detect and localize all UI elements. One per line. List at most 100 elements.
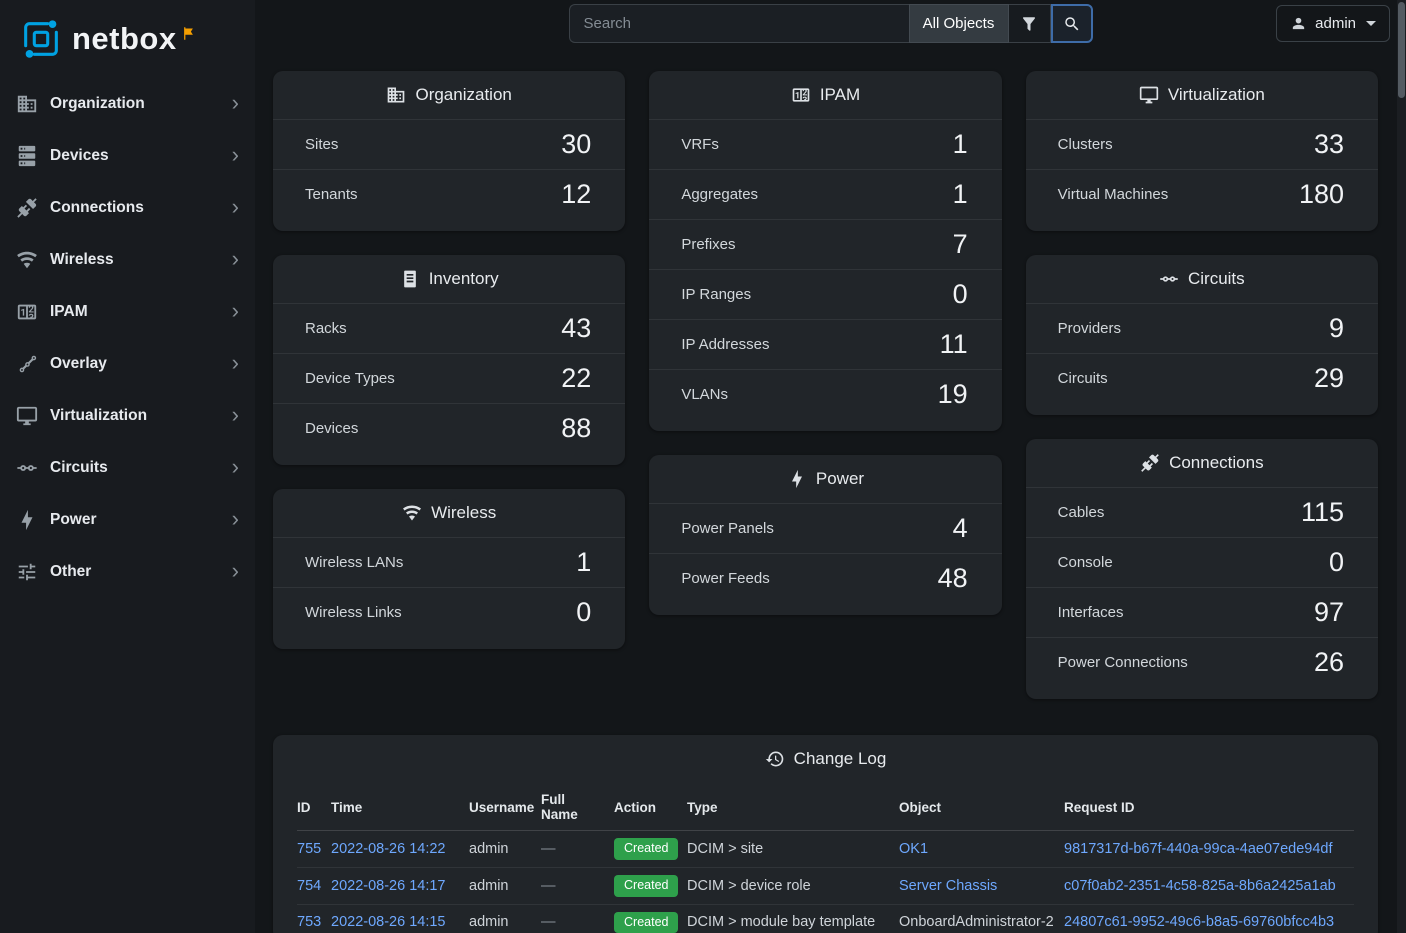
search-input[interactable] — [569, 4, 909, 43]
column-header-username[interactable]: Username — [469, 783, 541, 831]
stat-row-racks[interactable]: Racks 43 — [273, 303, 625, 353]
changelog-card: Change Log ID Time Username Full Name Ac… — [273, 735, 1378, 933]
card-title: Virtualization — [1168, 85, 1265, 105]
stat-row-ip-ranges[interactable]: IP Ranges 0 — [649, 269, 1001, 319]
card-title: Circuits — [1188, 269, 1245, 289]
scrollbar-thumb[interactable] — [1398, 2, 1405, 98]
column-header-request-id[interactable]: Request ID — [1064, 783, 1354, 831]
stat-row-vlans[interactable]: VLANs 19 — [649, 369, 1001, 419]
card-power: Power Power Panels 4 Power Feeds 48 — [649, 455, 1001, 615]
scrollbar[interactable] — [1397, 0, 1406, 933]
chevron-right-icon: › — [232, 404, 239, 429]
stat-row-wireless-links[interactable]: Wireless Links 0 — [273, 587, 625, 637]
username: admin — [1315, 15, 1356, 32]
user-menu-button[interactable]: admin — [1276, 5, 1390, 42]
topbar: All Objects admin — [255, 0, 1406, 47]
circuit-nodes-icon — [1159, 269, 1179, 289]
lightning-icon — [16, 509, 38, 531]
column-header-type[interactable]: Type — [687, 783, 899, 831]
stat-label: Tenants — [305, 186, 358, 203]
stat-row-clusters[interactable]: Clusters 33 — [1026, 119, 1378, 169]
stat-label: Providers — [1058, 320, 1121, 337]
change-type: DCIM > device role — [687, 878, 811, 894]
chevron-right-icon: › — [232, 352, 239, 377]
stat-row-ip-addresses[interactable]: IP Addresses 11 — [649, 319, 1001, 369]
sidebar-item-overlay[interactable]: Overlay › — [0, 338, 255, 390]
stat-value: 19 — [938, 380, 968, 410]
filter-button[interactable] — [1009, 4, 1051, 43]
column-header-full-name[interactable]: Full Name — [541, 783, 614, 831]
logo-text: netbox — [72, 16, 177, 62]
sidebar: netbox Organization › Devices › Connecti… — [0, 0, 255, 933]
stat-value: 22 — [561, 364, 591, 394]
column-header-id[interactable]: ID — [297, 783, 331, 831]
change-object-link[interactable]: OK1 — [899, 841, 928, 857]
sidebar-item-virtualization[interactable]: Virtualization › — [0, 390, 255, 442]
changelog-table: ID Time Username Full Name Action Type O… — [297, 783, 1354, 933]
sidebar-item-organization[interactable]: Organization › — [0, 78, 255, 130]
sidebar-item-connections[interactable]: Connections › — [0, 182, 255, 234]
card-wireless: Wireless Wireless LANs 1 Wireless Links … — [273, 489, 625, 649]
server-icon — [16, 145, 38, 167]
column-header-action[interactable]: Action — [614, 783, 687, 831]
change-id-link[interactable]: 755 — [297, 841, 321, 857]
request-id-link[interactable]: c07f0ab2-2351-4c58-825a-8b6a2425a1ab — [1064, 878, 1336, 894]
building-icon — [386, 85, 406, 105]
stat-row-power-connections[interactable]: Power Connections 26 — [1026, 637, 1378, 687]
stat-label: Power Panels — [681, 520, 774, 537]
request-id-link[interactable]: 24807c61-9952-49c6-b8a5-69760bfcc4b3 — [1064, 914, 1334, 930]
stat-row-device-types[interactable]: Device Types 22 — [273, 353, 625, 403]
stat-label: IP Addresses — [681, 336, 769, 353]
stat-value: 88 — [561, 414, 591, 444]
sidebar-item-other[interactable]: Other › — [0, 546, 255, 598]
chevron-right-icon: › — [232, 144, 239, 169]
tune-icon — [16, 561, 38, 583]
stat-value: 0 — [1329, 548, 1344, 578]
stat-value: 7 — [953, 230, 968, 260]
stat-row-prefixes[interactable]: Prefixes 7 — [649, 219, 1001, 269]
column-header-time[interactable]: Time — [331, 783, 469, 831]
stat-value: 1 — [953, 130, 968, 160]
request-id-link[interactable]: 9817317d-b67f-440a-99ca-4ae07ede94df — [1064, 841, 1332, 857]
stat-row-wireless-lans[interactable]: Wireless LANs 1 — [273, 537, 625, 587]
change-id-link[interactable]: 754 — [297, 878, 321, 894]
stat-row-sites[interactable]: Sites 30 — [273, 119, 625, 169]
stat-row-vrfs[interactable]: VRFs 1 — [649, 119, 1001, 169]
stat-row-power-feeds[interactable]: Power Feeds 48 — [649, 553, 1001, 603]
object-type-selector[interactable]: All Objects — [909, 4, 1009, 43]
table-header-row: ID Time Username Full Name Action Type O… — [297, 783, 1354, 831]
home-logo-link[interactable]: netbox — [0, 0, 255, 78]
stat-row-interfaces[interactable]: Interfaces 97 — [1026, 587, 1378, 637]
stat-row-providers[interactable]: Providers 9 — [1026, 303, 1378, 353]
card-circuits: Circuits Providers 9 Circuits 29 — [1026, 255, 1378, 415]
stat-row-cables[interactable]: Cables 115 — [1026, 487, 1378, 537]
stat-row-tenants[interactable]: Tenants 12 — [273, 169, 625, 219]
stat-value: 1 — [576, 548, 591, 578]
stat-row-devices[interactable]: Devices 88 — [273, 403, 625, 453]
change-id-link[interactable]: 753 — [297, 914, 321, 930]
stat-row-power-panels[interactable]: Power Panels 4 — [649, 503, 1001, 553]
sidebar-item-circuits[interactable]: Circuits › — [0, 442, 255, 494]
change-time-link[interactable]: 2022-08-26 14:17 — [331, 878, 446, 894]
wifi-icon — [16, 249, 38, 271]
change-object-link[interactable]: Server Chassis — [899, 878, 997, 894]
stat-value: 0 — [576, 598, 591, 628]
stat-row-console[interactable]: Console 0 — [1026, 537, 1378, 587]
sidebar-item-power[interactable]: Power › — [0, 494, 255, 546]
stat-label: VLANs — [681, 386, 728, 403]
stat-row-circuits[interactable]: Circuits 29 — [1026, 353, 1378, 403]
stat-row-virtual-machines[interactable]: Virtual Machines 180 — [1026, 169, 1378, 219]
counter-icon — [16, 301, 38, 323]
sidebar-item-devices[interactable]: Devices › — [0, 130, 255, 182]
column-header-object[interactable]: Object — [899, 783, 1064, 831]
change-object: OnboardAdministrator-2 — [899, 914, 1054, 930]
change-time-link[interactable]: 2022-08-26 14:15 — [331, 914, 446, 930]
circuit-nodes-icon — [16, 457, 38, 479]
change-time-link[interactable]: 2022-08-26 14:22 — [331, 841, 446, 857]
stat-label: Devices — [305, 420, 358, 437]
sidebar-item-wireless[interactable]: Wireless › — [0, 234, 255, 286]
change-username: admin — [469, 878, 509, 894]
sidebar-item-ipam[interactable]: IPAM › — [0, 286, 255, 338]
search-button[interactable] — [1051, 4, 1093, 43]
stat-row-aggregates[interactable]: Aggregates 1 — [649, 169, 1001, 219]
